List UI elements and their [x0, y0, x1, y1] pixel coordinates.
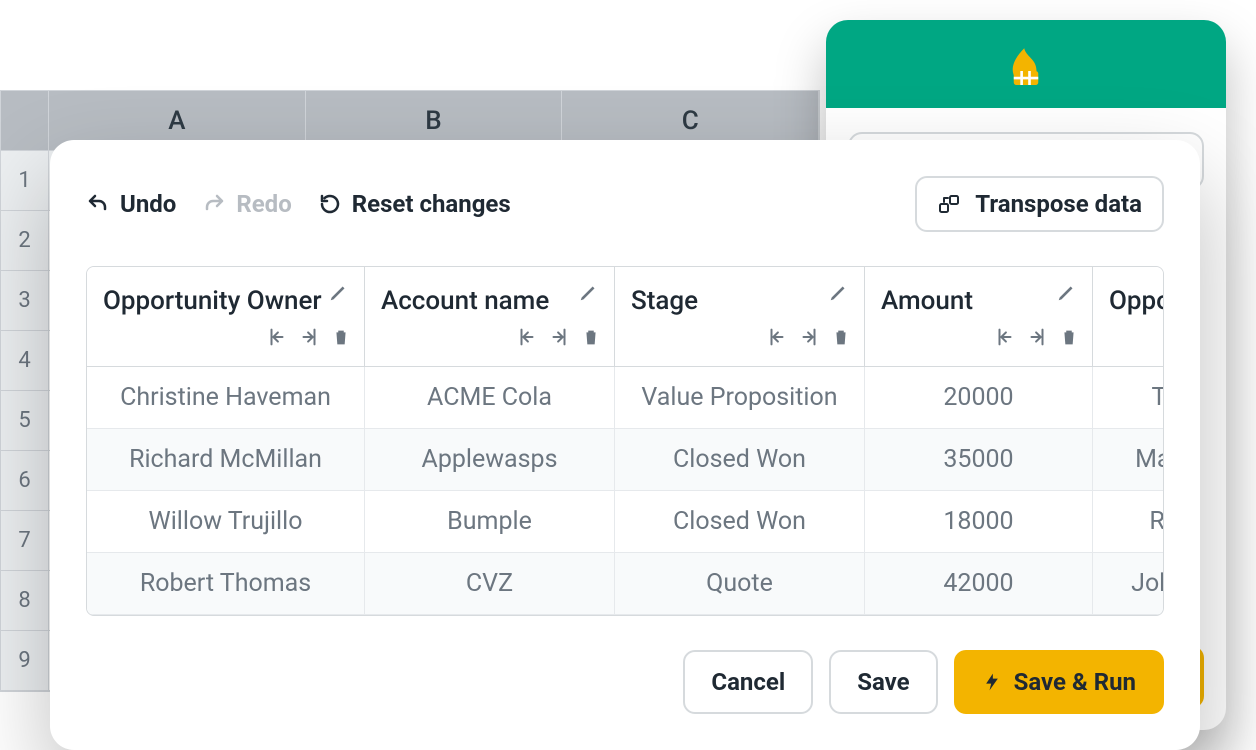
- table-cell[interactable]: ACME Cola: [365, 367, 615, 429]
- save-and-run-button[interactable]: Save & Run: [954, 650, 1164, 714]
- sheet-corner: [1, 91, 49, 151]
- move-right-icon[interactable]: [798, 326, 820, 354]
- table-cell[interactable]: Bumple: [365, 491, 615, 553]
- reset-button[interactable]: Reset changes: [318, 190, 511, 218]
- edit-column-icon[interactable]: [328, 281, 350, 309]
- table-cell[interactable]: Willow Trujillo: [87, 491, 365, 553]
- delete-column-icon[interactable]: [830, 326, 852, 354]
- move-right-icon[interactable]: [1026, 326, 1048, 354]
- table-cell[interactable]: Applewasps: [365, 429, 615, 491]
- table-cell[interactable]: 20000: [865, 367, 1093, 429]
- edit-column-icon[interactable]: [578, 281, 600, 309]
- sheet-row-header[interactable]: 1: [1, 151, 49, 211]
- sheet-row-header[interactable]: 7: [1, 511, 49, 571]
- table-cell[interactable]: Closed Won: [615, 491, 865, 553]
- undo-label: Undo: [120, 190, 176, 218]
- table-cell[interactable]: 42000: [865, 553, 1093, 615]
- cancel-button[interactable]: Cancel: [683, 650, 813, 714]
- column-header[interactable]: Opportu: [1093, 267, 1164, 367]
- move-left-icon[interactable]: [994, 326, 1016, 354]
- transpose-icon: [937, 192, 961, 216]
- cancel-label: Cancel: [711, 668, 785, 696]
- save-button[interactable]: Save: [829, 650, 937, 714]
- transpose-label: Transpose data: [975, 190, 1142, 218]
- delete-column-icon[interactable]: [1058, 326, 1080, 354]
- move-left-icon[interactable]: [516, 326, 538, 354]
- redo-button[interactable]: Redo: [202, 190, 291, 218]
- delete-column-icon[interactable]: [580, 326, 602, 354]
- table-cell[interactable]: Value Proposition: [615, 367, 865, 429]
- data-grid: Opportunity Owner Account name: [86, 266, 1164, 616]
- move-right-icon[interactable]: [298, 326, 320, 354]
- move-right-icon[interactable]: [548, 326, 570, 354]
- sheet-row-header[interactable]: 8: [1, 571, 49, 631]
- redo-icon: [202, 192, 226, 216]
- sheet-row-header[interactable]: 3: [1, 271, 49, 331]
- column-title: Opportu: [1109, 285, 1164, 318]
- table-cell[interactable]: CVZ: [365, 553, 615, 615]
- column-header[interactable]: Amount: [865, 267, 1093, 367]
- sheet-row-header[interactable]: 9: [1, 631, 49, 691]
- sidebar-header: [826, 20, 1226, 108]
- table-cell[interactable]: 35000: [865, 429, 1093, 491]
- reset-label: Reset changes: [352, 190, 511, 218]
- column-title: Amount: [881, 285, 1076, 318]
- sheet-row-header[interactable]: 2: [1, 211, 49, 271]
- table-cell[interactable]: Christine Haveman: [87, 367, 365, 429]
- table-cell[interactable]: Richard McMillan: [87, 429, 365, 491]
- edit-column-icon[interactable]: [1056, 281, 1078, 309]
- lightning-icon: [982, 672, 1002, 692]
- table-cell[interactable]: Closed Won: [615, 429, 865, 491]
- sheet-row-header[interactable]: 4: [1, 331, 49, 391]
- table-cell[interactable]: Robert Thomas: [87, 553, 365, 615]
- column-title: Account name: [381, 285, 598, 318]
- sheet-row-header[interactable]: 6: [1, 451, 49, 511]
- column-title: Stage: [631, 285, 848, 318]
- data-preview-modal: Undo Redo Reset changes Transpose data: [50, 140, 1200, 750]
- modal-toolbar: Undo Redo Reset changes Transpose data: [86, 176, 1164, 232]
- redo-label: Redo: [236, 190, 291, 218]
- table-cell[interactable]: Quote: [615, 553, 865, 615]
- table-cell[interactable]: 18000: [865, 491, 1093, 553]
- save-run-label: Save & Run: [1014, 668, 1136, 696]
- undo-button[interactable]: Undo: [86, 190, 176, 218]
- column-header[interactable]: Stage: [615, 267, 865, 367]
- table-cell[interactable]: Rick: [1093, 491, 1164, 553]
- undo-icon: [86, 192, 110, 216]
- table-cell[interactable]: John M: [1093, 553, 1164, 615]
- modal-footer: Cancel Save Save & Run: [50, 650, 1200, 714]
- app-logo-icon: [998, 36, 1054, 92]
- column-header[interactable]: Account name: [365, 267, 615, 367]
- reset-icon: [318, 192, 342, 216]
- delete-column-icon[interactable]: [330, 326, 352, 354]
- column-header[interactable]: Opportunity Owner: [87, 267, 365, 367]
- column-title: Opportunity Owner: [103, 285, 348, 318]
- table-cell[interactable]: Tim: [1093, 367, 1164, 429]
- edit-column-icon[interactable]: [828, 281, 850, 309]
- table-cell[interactable]: Max M: [1093, 429, 1164, 491]
- transpose-button[interactable]: Transpose data: [915, 176, 1164, 232]
- sheet-row-header[interactable]: 5: [1, 391, 49, 451]
- move-left-icon[interactable]: [266, 326, 288, 354]
- move-left-icon[interactable]: [766, 326, 788, 354]
- save-label: Save: [857, 668, 909, 696]
